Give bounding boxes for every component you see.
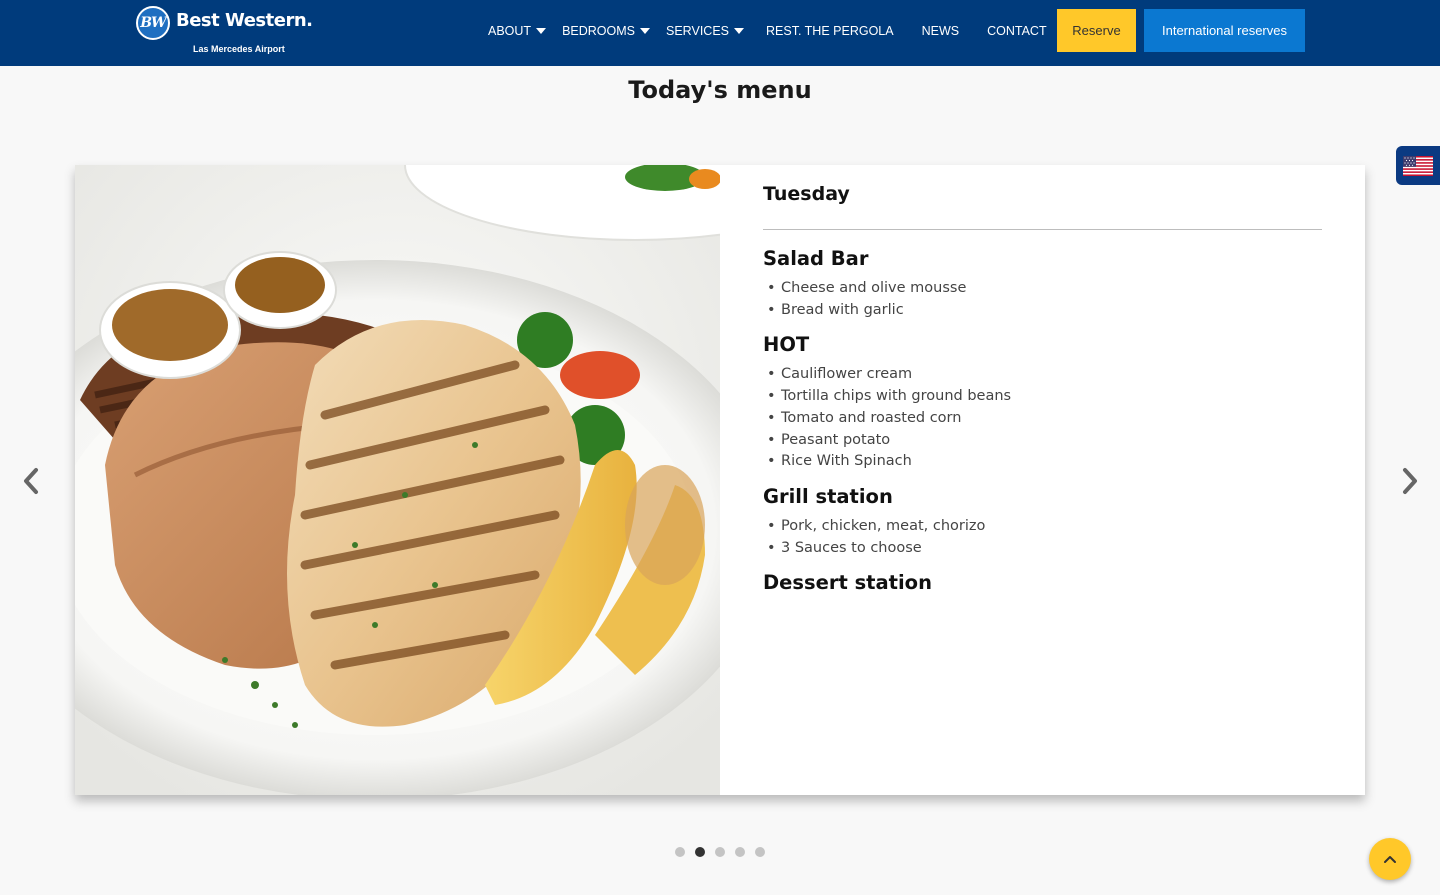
carousel-dot[interactable] <box>755 847 765 857</box>
menu-item: Pork, chicken, meat, chorizo <box>763 516 1323 538</box>
logo-location: Las Mercedes Airport <box>193 44 285 54</box>
menu-item: Tortilla chips with ground beans <box>763 386 1323 408</box>
menu-item: Cheese and olive mousse <box>763 278 1323 300</box>
menu-item: Cauliflower cream <box>763 364 1323 386</box>
section-title: Salad Bar <box>763 247 869 270</box>
site-header: BW Best Western. Las Mercedes Airport AB… <box>0 0 1440 66</box>
menu-section-grill-station: Grill station Pork, chicken, meat, chori… <box>763 485 1323 559</box>
carousel-dot[interactable] <box>675 847 685 857</box>
carousel-dot[interactable] <box>695 847 705 857</box>
international-reserves-button[interactable]: International reserves <box>1144 9 1305 52</box>
carousel-dot[interactable] <box>735 847 745 857</box>
caret-down-icon <box>734 28 744 34</box>
page-title: Today's menu <box>628 76 812 104</box>
menu-section-dessert-station: Dessert station <box>763 571 1323 594</box>
nav-item-label: REST. THE PERGOLA <box>766 24 894 38</box>
carousel-dots <box>675 847 775 857</box>
menu-item: Rice With Spinach <box>763 451 1323 473</box>
menu-item: Peasant potato <box>763 430 1323 452</box>
caret-down-icon <box>536 28 547 34</box>
caret-down-icon <box>640 28 650 34</box>
nav-item-label: BEDROOMS <box>562 24 635 38</box>
nav-item-label: NEWS <box>921 24 960 38</box>
bw-logo-badge: BW <box>136 6 170 40</box>
menu-section-salad-bar: Salad Bar Cheese and olive mousse Bread … <box>763 247 1323 321</box>
carousel-next-button[interactable] <box>1395 466 1425 496</box>
menu-card: Tuesday Salad Bar Cheese and olive mouss… <box>75 165 1365 795</box>
chevron-right-icon <box>1403 468 1417 494</box>
reserve-button[interactable]: Reserve <box>1057 9 1136 52</box>
nav-item-restaurant[interactable]: REST. THE PERGOLA <box>766 24 894 38</box>
nav-item-label: SERVICES <box>666 24 729 38</box>
chevron-up-icon <box>1384 856 1396 863</box>
menu-item: Tomato and roasted corn <box>763 408 1323 430</box>
nav-item-contact[interactable]: CONTACT <box>987 24 1047 38</box>
section-title: Grill station <box>763 484 893 508</box>
section-items: Pork, chicken, meat, chorizo 3 Sauces to… <box>763 516 1323 559</box>
main-nav: ABOUT BEDROOMS SERVICES REST. THE PERGOL… <box>488 0 1075 62</box>
menu-sections: Salad Bar Cheese and olive mousse Bread … <box>763 247 1323 602</box>
menu-section-hot: HOT Cauliflower cream Tortilla chips wit… <box>763 333 1323 473</box>
section-items: Cauliflower cream Tortilla chips with gr… <box>763 364 1323 473</box>
menu-item: Bread with garlic <box>763 300 1323 322</box>
menu-details: Tuesday Salad Bar Cheese and olive mouss… <box>763 165 1323 795</box>
nav-item-services[interactable]: SERVICES <box>666 24 744 38</box>
section-items: Cheese and olive mousse Bread with garli… <box>763 278 1323 321</box>
nav-item-label: CONTACT <box>987 24 1047 38</box>
carousel-prev-button[interactable] <box>16 466 46 496</box>
nav-item-news[interactable]: NEWS <box>922 24 960 38</box>
scroll-to-top-button[interactable] <box>1369 838 1411 880</box>
us-flag-icon <box>1403 155 1433 176</box>
logo-brand-name: Best Western. <box>176 10 313 31</box>
section-title: HOT <box>763 333 810 357</box>
nav-item-bedrooms[interactable]: BEDROOMS <box>562 24 650 38</box>
menu-day-title: Tuesday <box>763 183 850 205</box>
nav-item-label: ABOUT <box>488 24 532 38</box>
grilled-meat-plate-image <box>75 165 720 795</box>
language-selector[interactable] <box>1396 146 1440 185</box>
nav-item-about[interactable]: ABOUT <box>488 24 547 38</box>
chevron-left-icon <box>24 468 38 494</box>
section-title: Dessert station <box>763 571 932 595</box>
dish-photo <box>75 165 720 795</box>
best-western-logo[interactable]: BW Best Western. Las Mercedes Airport <box>136 6 313 58</box>
menu-item: 3 Sauces to choose <box>763 538 1323 560</box>
carousel-dot[interactable] <box>715 847 725 857</box>
divider <box>763 229 1322 230</box>
